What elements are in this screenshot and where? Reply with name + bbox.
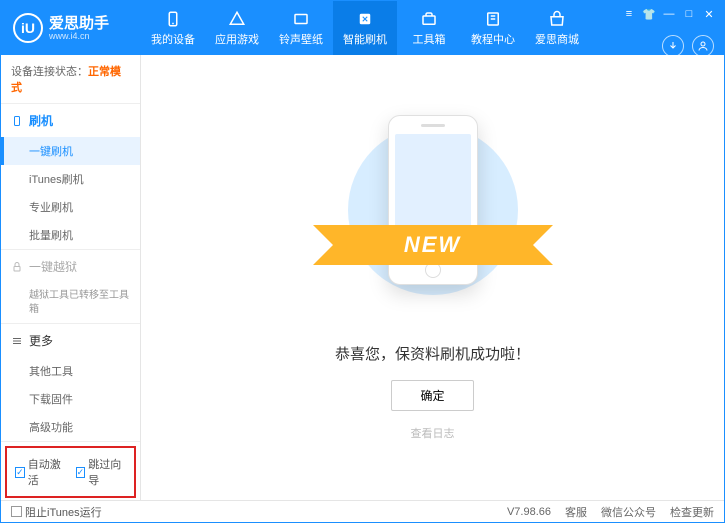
nav-label: 智能刷机 — [343, 31, 387, 47]
nav-label: 应用游戏 — [215, 31, 259, 47]
nav-label: 爱思商城 — [535, 31, 579, 47]
nav-my-device[interactable]: 我的设备 — [141, 1, 205, 55]
wallpaper-icon — [292, 10, 310, 28]
sidebar: 设备连接状态：正常模式 刷机 一键刷机 iTunes刷机 专业刷机 批量刷机 一… — [1, 55, 141, 500]
skip-guide-checkbox[interactable]: ✓ 跳过向导 — [76, 456, 127, 488]
sidebar-more-header[interactable]: 更多 — [1, 324, 140, 357]
nav-tutorials[interactable]: 教程中心 — [461, 1, 525, 55]
view-log-link[interactable]: 查看日志 — [411, 425, 455, 441]
phone-icon — [11, 115, 23, 127]
logo-icon: iU — [13, 13, 43, 43]
checkbox-icon: ✓ — [76, 467, 86, 478]
book-icon — [484, 10, 502, 28]
sidebar-oneclick-flash[interactable]: 一键刷机 — [1, 137, 140, 165]
success-illustration: NEW — [343, 115, 523, 315]
close-button[interactable]: ✕ — [702, 7, 716, 21]
sidebar-other-tools[interactable]: 其他工具 — [1, 357, 140, 385]
toolbox-icon — [420, 10, 438, 28]
checkbox-icon — [11, 506, 22, 517]
status-bar: 阻止iTunes运行 V7.98.66 客服 微信公众号 检查更新 — [1, 500, 724, 522]
ok-button[interactable]: 确定 — [391, 380, 473, 411]
block-itunes-checkbox[interactable]: 阻止iTunes运行 — [11, 504, 102, 520]
menu-button[interactable]: ≡ — [622, 7, 636, 21]
flash-icon — [356, 10, 374, 28]
store-icon — [548, 10, 566, 28]
checkbox-label: 阻止iTunes运行 — [25, 504, 102, 520]
nav-label: 铃声壁纸 — [279, 31, 323, 47]
jailbreak-note: 越狱工具已转移至工具箱 — [1, 283, 140, 323]
conn-label: 设备连接状态： — [11, 66, 88, 78]
phone-icon — [164, 10, 182, 28]
download-button[interactable] — [662, 35, 684, 57]
support-link[interactable]: 客服 — [565, 504, 587, 520]
app-title: 爱思助手 — [49, 16, 109, 31]
wechat-link[interactable]: 微信公众号 — [601, 504, 656, 520]
user-button[interactable] — [692, 35, 714, 57]
nav-ringtones[interactable]: 铃声壁纸 — [269, 1, 333, 55]
minimize-button[interactable]: — — [662, 7, 676, 21]
sidebar-advanced[interactable]: 高级功能 — [1, 413, 140, 441]
nav-label: 我的设备 — [151, 31, 195, 47]
nav-flash[interactable]: 智能刷机 — [333, 1, 397, 55]
menu-icon — [11, 335, 23, 347]
user-icon — [697, 40, 709, 52]
sidebar-jailbreak-header: 一键越狱 — [1, 250, 140, 283]
section-title: 刷机 — [29, 112, 53, 129]
nav-label: 工具箱 — [413, 31, 446, 47]
new-ribbon: NEW — [333, 225, 533, 265]
skin-button[interactable]: 👕 — [642, 7, 656, 21]
sidebar-pro-flash[interactable]: 专业刷机 — [1, 193, 140, 221]
sidebar-itunes-flash[interactable]: iTunes刷机 — [1, 165, 140, 193]
app-header: iU 爱思助手 www.i4.cn 我的设备 应用游戏 铃声壁纸 智能刷机 工具… — [1, 1, 724, 55]
sidebar-download-firmware[interactable]: 下载固件 — [1, 385, 140, 413]
app-url: www.i4.cn — [49, 31, 109, 41]
sidebar-batch-flash[interactable]: 批量刷机 — [1, 221, 140, 249]
options-highlight-box: ✓ 自动激活 ✓ 跳过向导 — [5, 446, 136, 498]
main-content: NEW 恭喜您，保资料刷机成功啦！ 确定 查看日志 — [141, 55, 724, 500]
download-icon — [667, 40, 679, 52]
logo: iU 爱思助手 www.i4.cn — [1, 13, 141, 43]
nav-label: 教程中心 — [471, 31, 515, 47]
section-title: 更多 — [29, 332, 53, 349]
check-update-link[interactable]: 检查更新 — [670, 504, 714, 520]
connection-status: 设备连接状态：正常模式 — [1, 55, 140, 104]
apps-icon — [228, 10, 246, 28]
version-label: V7.98.66 — [507, 506, 551, 518]
sidebar-flash-header[interactable]: 刷机 — [1, 104, 140, 137]
maximize-button[interactable]: □ — [682, 7, 696, 21]
section-title: 一键越狱 — [29, 258, 77, 275]
checkbox-label: 跳过向导 — [88, 456, 126, 488]
checkbox-label: 自动激活 — [28, 456, 66, 488]
auto-activate-checkbox[interactable]: ✓ 自动激活 — [15, 456, 66, 488]
nav-store[interactable]: 爱思商城 — [525, 1, 589, 55]
nav-apps[interactable]: 应用游戏 — [205, 1, 269, 55]
checkbox-icon: ✓ — [15, 467, 25, 478]
nav-toolbox[interactable]: 工具箱 — [397, 1, 461, 55]
success-message: 恭喜您，保资料刷机成功啦！ — [335, 343, 530, 364]
lock-icon — [11, 261, 23, 273]
